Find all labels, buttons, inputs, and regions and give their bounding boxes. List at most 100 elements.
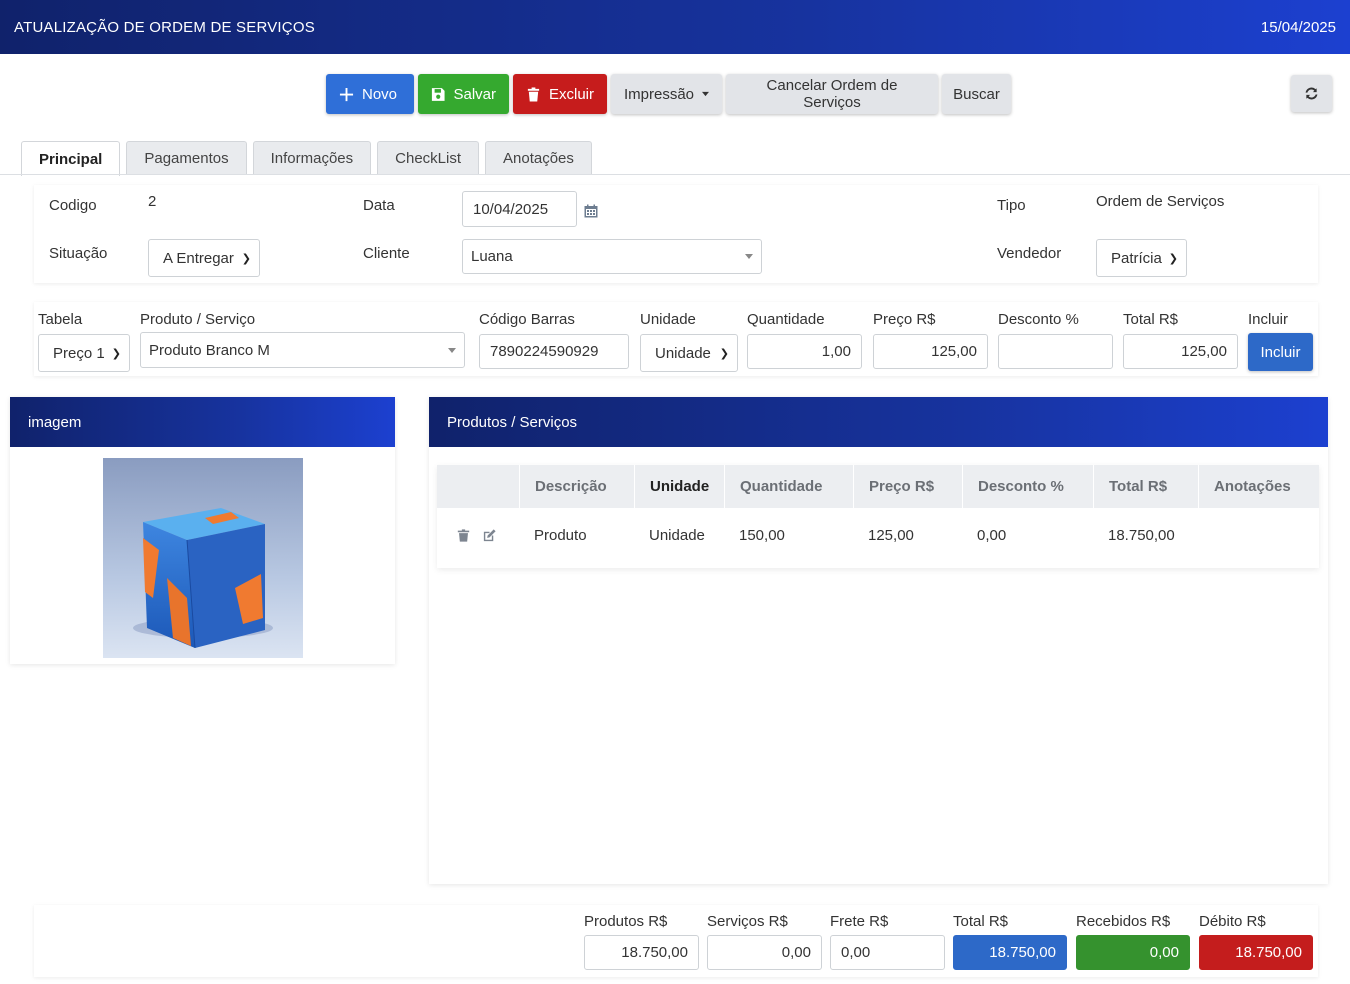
quantidade-input[interactable]: 1,00 xyxy=(747,334,862,369)
tabela-value: Preço 1 xyxy=(53,344,105,362)
table-header: Descrição Unidade Quantidade Preço R$ De… xyxy=(437,465,1319,508)
cancelar-label: Cancelar Ordem de Serviços xyxy=(766,77,898,111)
cell-desconto: 0,00 xyxy=(977,526,1007,544)
principal-panel: Codigo 2 Data 10/04/2025 Tipo Ordem de S… xyxy=(34,185,1318,283)
cell-quantidade: 150,00 xyxy=(739,526,785,544)
chevron-down-icon: ❯ xyxy=(111,347,121,360)
item-entry-panel: Tabela Preço 1 ❯ Produto / Serviço Produ… xyxy=(34,302,1318,376)
salvar-button[interactable]: Salvar xyxy=(418,74,509,114)
caret-down-icon xyxy=(745,254,753,259)
tab-bar: Principal Pagamentos Informações CheckLi… xyxy=(21,141,592,176)
vendedor-label: Vendedor xyxy=(997,245,1062,262)
recebidos-label: Recebidos R$ xyxy=(1076,913,1171,930)
tipo-value: Ordem de Serviços xyxy=(1096,193,1225,210)
barras-input[interactable]: 7890224590929 xyxy=(479,334,629,369)
trash-icon xyxy=(527,86,540,102)
col-quantidade[interactable]: Quantidade xyxy=(724,465,853,508)
caret-down-icon xyxy=(702,91,709,97)
tab-pagamentos[interactable]: Pagamentos xyxy=(126,141,247,175)
cell-anotacoes xyxy=(1198,508,1213,562)
chevron-down-icon: ❯ xyxy=(241,252,251,265)
product-image xyxy=(103,458,303,658)
situacao-value: A Entregar xyxy=(163,249,234,267)
tab-informacoes[interactable]: Informações xyxy=(252,141,372,175)
header-date: 15/04/2025 xyxy=(1260,18,1336,36)
excluir-button[interactable]: Excluir xyxy=(513,74,607,114)
col-descricao[interactable]: Descrição xyxy=(519,465,634,508)
caret-down-icon xyxy=(448,347,456,353)
col-anotacoes[interactable]: Anotações xyxy=(1198,465,1319,508)
novo-button[interactable]: Novo xyxy=(326,74,414,114)
image-panel-header: imagem xyxy=(10,397,395,447)
produtos-total-label: Produtos R$ xyxy=(584,913,668,930)
unidade-select[interactable]: Unidade ❯ xyxy=(640,334,738,372)
excluir-label: Excluir xyxy=(548,85,594,103)
trash-icon[interactable] xyxy=(457,528,470,543)
cell-preco: 125,00 xyxy=(868,526,914,544)
cell-total: 18.750,00 xyxy=(1108,526,1175,544)
col-desconto[interactable]: Desconto % xyxy=(962,465,1093,508)
col-preco[interactable]: Preço R$ xyxy=(853,465,962,508)
impressao-dropdown[interactable]: Impressão xyxy=(611,74,722,114)
vendedor-value: Patrícia xyxy=(1111,249,1162,267)
servicos-total-label: Serviços R$ xyxy=(707,913,788,930)
app-header: ATUALIZAÇÃO DE ORDEM DE SERVIÇOS 15/04/2… xyxy=(0,0,1350,54)
debito-field: 18.750,00 xyxy=(1199,935,1313,970)
frete-field[interactable]: 0,00 xyxy=(830,935,945,970)
debito-label: Débito R$ xyxy=(1199,913,1266,930)
buscar-button[interactable]: Buscar xyxy=(942,74,1011,114)
unidade-label: Unidade xyxy=(640,311,696,328)
quantidade-label: Quantidade xyxy=(747,311,825,328)
data-field[interactable]: 10/04/2025 xyxy=(462,191,577,227)
total-geral-field: 18.750,00 xyxy=(953,935,1067,970)
produto-label: Produto / Serviço xyxy=(140,311,256,328)
total-input[interactable]: 125,00 xyxy=(1123,334,1238,369)
toolbar: Novo Salvar Excluir Impressão Cancelar O… xyxy=(326,74,1011,114)
cliente-value: Luana xyxy=(471,248,513,265)
tab-principal[interactable]: Principal xyxy=(21,141,121,176)
edit-icon[interactable] xyxy=(482,528,497,543)
actions-header xyxy=(437,465,519,508)
total-geral-label: Total R$ xyxy=(953,913,1009,930)
tabs-divider xyxy=(0,174,1350,175)
vendedor-select[interactable]: Patrícia ❯ xyxy=(1096,239,1187,277)
incluir-label: Incluir xyxy=(1248,311,1289,328)
cliente-combobox[interactable]: Luana xyxy=(462,239,762,274)
cancelar-ordem-button[interactable]: Cancelar Ordem de Serviços xyxy=(726,74,938,114)
codigo-value: 2 xyxy=(148,193,157,210)
cell-unidade: Unidade xyxy=(649,526,705,544)
frete-label: Frete R$ xyxy=(830,913,889,930)
chevron-down-icon: ❯ xyxy=(719,347,729,360)
produto-combobox[interactable]: Produto Branco M xyxy=(140,332,465,368)
image-panel: imagem xyxy=(10,397,395,664)
products-table: Descrição Unidade Quantidade Preço R$ De… xyxy=(437,465,1319,568)
cell-descricao: Produto xyxy=(534,526,587,544)
desconto-input[interactable] xyxy=(998,334,1113,369)
produto-value: Produto Branco M xyxy=(149,341,270,359)
novo-label: Novo xyxy=(362,85,398,103)
page-title: ATUALIZAÇÃO DE ORDEM DE SERVIÇOS xyxy=(14,18,315,36)
produtos-total-field[interactable]: 18.750,00 xyxy=(584,935,699,970)
data-label: Data xyxy=(363,197,395,214)
totals-panel: Produtos R$ 18.750,00 Serviços R$ 0,00 F… xyxy=(34,905,1318,977)
preco-label: Preço R$ xyxy=(873,311,936,328)
refresh-button[interactable] xyxy=(1291,75,1332,112)
situacao-select[interactable]: A Entregar ❯ xyxy=(148,239,260,277)
col-total[interactable]: Total R$ xyxy=(1093,465,1198,508)
codigo-label: Codigo xyxy=(49,197,97,214)
tab-anotacoes[interactable]: Anotações xyxy=(485,141,592,175)
incluir-button[interactable]: Incluir xyxy=(1248,333,1313,371)
servicos-total-field[interactable]: 0,00 xyxy=(707,935,822,970)
situacao-label: Situação xyxy=(49,245,108,262)
products-panel-header: Produtos / Serviços xyxy=(429,397,1328,447)
barras-label: Código Barras xyxy=(479,311,575,328)
preco-input[interactable]: 125,00 xyxy=(873,334,988,369)
calendar-icon[interactable] xyxy=(584,204,598,218)
unidade-value: Unidade xyxy=(655,344,711,362)
tipo-label: Tipo xyxy=(997,197,1026,214)
col-unidade[interactable]: Unidade xyxy=(634,465,724,508)
buscar-label: Buscar xyxy=(953,85,1000,103)
save-icon xyxy=(431,87,445,101)
tabela-select[interactable]: Preço 1 ❯ xyxy=(38,334,130,372)
tab-checklist[interactable]: CheckList xyxy=(377,141,479,175)
